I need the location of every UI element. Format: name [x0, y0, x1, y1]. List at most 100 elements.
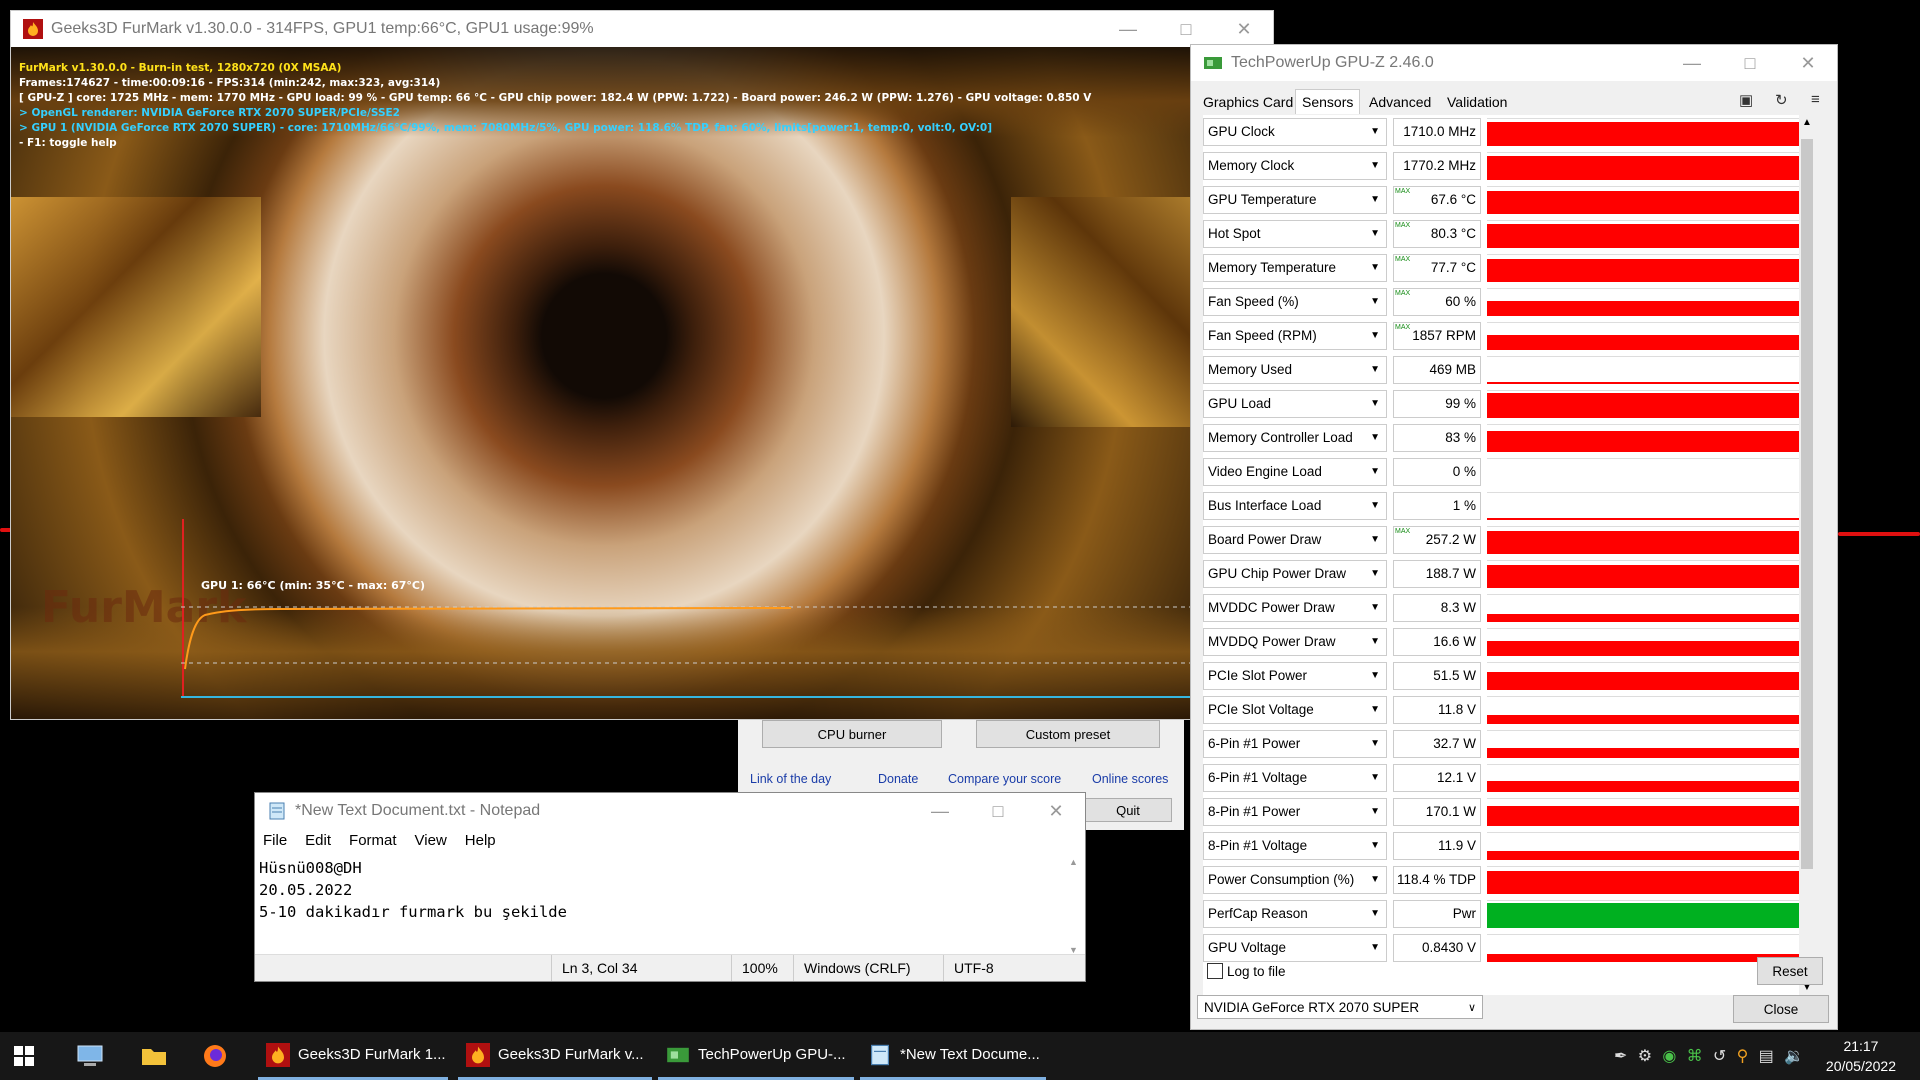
log-to-file-checkbox[interactable]: Log to file — [1207, 963, 1286, 979]
maximize-button[interactable]: □ — [1721, 45, 1779, 81]
close-button[interactable]: ✕ — [1215, 11, 1273, 47]
minimize-button[interactable]: — — [1663, 45, 1721, 81]
sensor-name-dropdown[interactable]: Bus Interface Load ▼ — [1203, 492, 1387, 520]
sensor-name-dropdown[interactable]: Memory Temperature ▼ — [1203, 254, 1387, 282]
sensor-name: 8-Pin #1 Voltage — [1208, 838, 1308, 853]
refresh-icon[interactable]: ↻ — [1775, 91, 1788, 109]
tab-advanced[interactable]: Advanced — [1363, 91, 1437, 113]
cpu-burner-button[interactable]: CPU burner — [762, 720, 942, 748]
sensor-name-dropdown[interactable]: GPU Load ▼ — [1203, 390, 1387, 418]
firefox-pin[interactable] — [202, 1032, 238, 1080]
furmark-titlebar[interactable]: Geeks3D FurMark v1.30.0.0 - 314FPS, GPU1… — [11, 11, 1273, 47]
sensor-name-dropdown[interactable]: Fan Speed (RPM) ▼ — [1203, 322, 1387, 350]
tab-sensors[interactable]: Sensors — [1295, 89, 1361, 114]
sensor-value: MAX 77.7 °C — [1393, 254, 1481, 282]
scroll-up-icon[interactable]: ▲ — [1069, 857, 1083, 867]
menu-view[interactable]: View — [407, 829, 457, 853]
sensor-name-dropdown[interactable]: Board Power Draw ▼ — [1203, 526, 1387, 554]
volume-icon[interactable]: 🔉 — [1784, 1046, 1804, 1066]
tab-validation[interactable]: Validation — [1441, 91, 1513, 113]
sensor-name-dropdown[interactable]: PerfCap Reason ▼ — [1203, 900, 1387, 928]
compare-score-link[interactable]: Compare your score — [948, 772, 1061, 786]
sensor-name-dropdown[interactable]: MVDDQ Power Draw ▼ — [1203, 628, 1387, 656]
sensor-row: PerfCap Reason ▼ Pwr — [1203, 897, 1799, 931]
sensor-name-dropdown[interactable]: 8-Pin #1 Voltage ▼ — [1203, 832, 1387, 860]
start-button[interactable] — [14, 1032, 48, 1080]
nvidia-icon[interactable]: ◉ — [1662, 1046, 1676, 1066]
checkbox-icon[interactable] — [1207, 963, 1223, 979]
sensor-name-dropdown[interactable]: MVDDC Power Draw ▼ — [1203, 594, 1387, 622]
maximize-button[interactable]: □ — [1157, 11, 1215, 47]
sensor-name: 6-Pin #1 Power — [1208, 736, 1301, 751]
taskbar-item-notepad[interactable]: *New Text Docume... — [860, 1032, 1046, 1080]
taskbar-item-furmark-1[interactable]: Geeks3D FurMark 1... — [258, 1032, 448, 1080]
sensor-name-dropdown[interactable]: PCIe Slot Power ▼ — [1203, 662, 1387, 690]
this-pc-pin[interactable] — [76, 1032, 112, 1080]
sensor-name-dropdown[interactable]: GPU Voltage ▼ — [1203, 934, 1387, 962]
max-indicator-icon: MAX — [1395, 256, 1411, 263]
clock-date: 20/05/2022 — [1825, 1058, 1896, 1074]
dropdown-arrow-icon: ▼ — [1370, 432, 1380, 443]
notepad-scrollbar[interactable]: ▲ ▼ — [1069, 857, 1083, 955]
sensor-name-dropdown[interactable]: Hot Spot ▼ — [1203, 220, 1387, 248]
menu-help[interactable]: Help — [457, 829, 506, 853]
hud-line: - F1: toggle help — [19, 137, 117, 149]
donate-link[interactable]: Donate — [878, 772, 918, 786]
sensor-scrollbar[interactable]: ▲ ▼ — [1799, 115, 1815, 995]
sensor-name-dropdown[interactable]: PCIe Slot Voltage ▼ — [1203, 696, 1387, 724]
close-window-button[interactable]: Close — [1733, 995, 1829, 1023]
taskbar-item-label: TechPowerUp GPU-... — [698, 1046, 846, 1063]
sensor-name-dropdown[interactable]: 6-Pin #1 Power ▼ — [1203, 730, 1387, 758]
sensor-value: MAX 1857 RPM — [1393, 322, 1481, 350]
device-select[interactable]: NVIDIA GeForce RTX 2070 SUPER ∨ — [1197, 995, 1483, 1019]
pen-icon[interactable]: ✒ — [1614, 1046, 1627, 1066]
sync-icon[interactable]: ↺ — [1713, 1046, 1726, 1066]
reset-button[interactable]: Reset — [1757, 957, 1823, 985]
sensor-value-text: 257.2 W — [1425, 532, 1476, 547]
sensor-name-dropdown[interactable]: 6-Pin #1 Voltage ▼ — [1203, 764, 1387, 792]
ethernet-icon[interactable]: ▤ — [1759, 1046, 1774, 1066]
taskbar-item-gpuz[interactable]: TechPowerUp GPU-... — [658, 1032, 854, 1080]
sensor-name-dropdown[interactable]: Memory Controller Load ▼ — [1203, 424, 1387, 452]
quit-button[interactable]: Quit — [1084, 798, 1172, 822]
tab-graphics-card[interactable]: Graphics Card — [1197, 91, 1299, 113]
minimize-button[interactable]: — — [911, 793, 969, 829]
sensor-name-dropdown[interactable]: GPU Chip Power Draw ▼ — [1203, 560, 1387, 588]
close-button[interactable]: ✕ — [1027, 793, 1085, 829]
sensor-name-dropdown[interactable]: Fan Speed (%) ▼ — [1203, 288, 1387, 316]
gear-icon[interactable]: ⚙ — [1638, 1046, 1652, 1066]
background-cable — [1838, 532, 1920, 536]
sensor-name-dropdown[interactable]: Power Consumption (%) ▼ — [1203, 866, 1387, 894]
camera-icon[interactable]: ▣ — [1739, 91, 1753, 109]
maximize-button[interactable]: □ — [969, 793, 1027, 829]
sensor-name-dropdown[interactable]: Memory Clock ▼ — [1203, 152, 1387, 180]
sensor-row: Bus Interface Load ▼ 1 % — [1203, 489, 1799, 523]
sensor-name-dropdown[interactable]: GPU Clock ▼ — [1203, 118, 1387, 146]
notepad-text-area[interactable]: Hüsnü008@DH 20.05.2022 5-10 dakikadır fu… — [259, 857, 1059, 945]
taskbar-item-furmark-2[interactable]: Geeks3D FurMark v... — [458, 1032, 652, 1080]
network-icon[interactable]: ⌘ — [1687, 1046, 1703, 1066]
file-explorer-pin[interactable] — [140, 1032, 176, 1080]
online-scores-link[interactable]: Online scores — [1092, 772, 1168, 786]
menu-icon[interactable]: ≡ — [1811, 91, 1820, 108]
menu-format[interactable]: Format — [341, 829, 407, 853]
menu-edit[interactable]: Edit — [297, 829, 341, 853]
scrollbar-thumb[interactable] — [1801, 139, 1813, 869]
notepad-titlebar[interactable]: *New Text Document.txt - Notepad — □ ✕ — [255, 793, 1085, 829]
custom-preset-button[interactable]: Custom preset — [976, 720, 1160, 748]
sensor-name-dropdown[interactable]: Memory Used ▼ — [1203, 356, 1387, 384]
close-button[interactable]: ✕ — [1779, 45, 1837, 81]
sensor-name-dropdown[interactable]: 8-Pin #1 Power ▼ — [1203, 798, 1387, 826]
menu-file[interactable]: File — [255, 829, 297, 853]
gpuz-titlebar[interactable]: TechPowerUp GPU-Z 2.46.0 — □ ✕ — [1191, 45, 1837, 81]
search-icon[interactable]: ⚲ — [1737, 1046, 1749, 1066]
system-clock[interactable]: 21:17 20/05/2022 — [1826, 1036, 1896, 1076]
sensor-name-dropdown[interactable]: Video Engine Load ▼ — [1203, 458, 1387, 486]
hud-line: > OpenGL renderer: NVIDIA GeForce RTX 20… — [19, 107, 400, 119]
scroll-up-icon[interactable]: ▲ — [1802, 117, 1812, 128]
minimize-button[interactable]: — — [1099, 11, 1157, 47]
sensor-graph-fill — [1487, 259, 1799, 282]
sensor-graph-fill — [1487, 954, 1799, 962]
link-of-the-day[interactable]: Link of the day — [750, 772, 831, 786]
sensor-name-dropdown[interactable]: GPU Temperature ▼ — [1203, 186, 1387, 214]
